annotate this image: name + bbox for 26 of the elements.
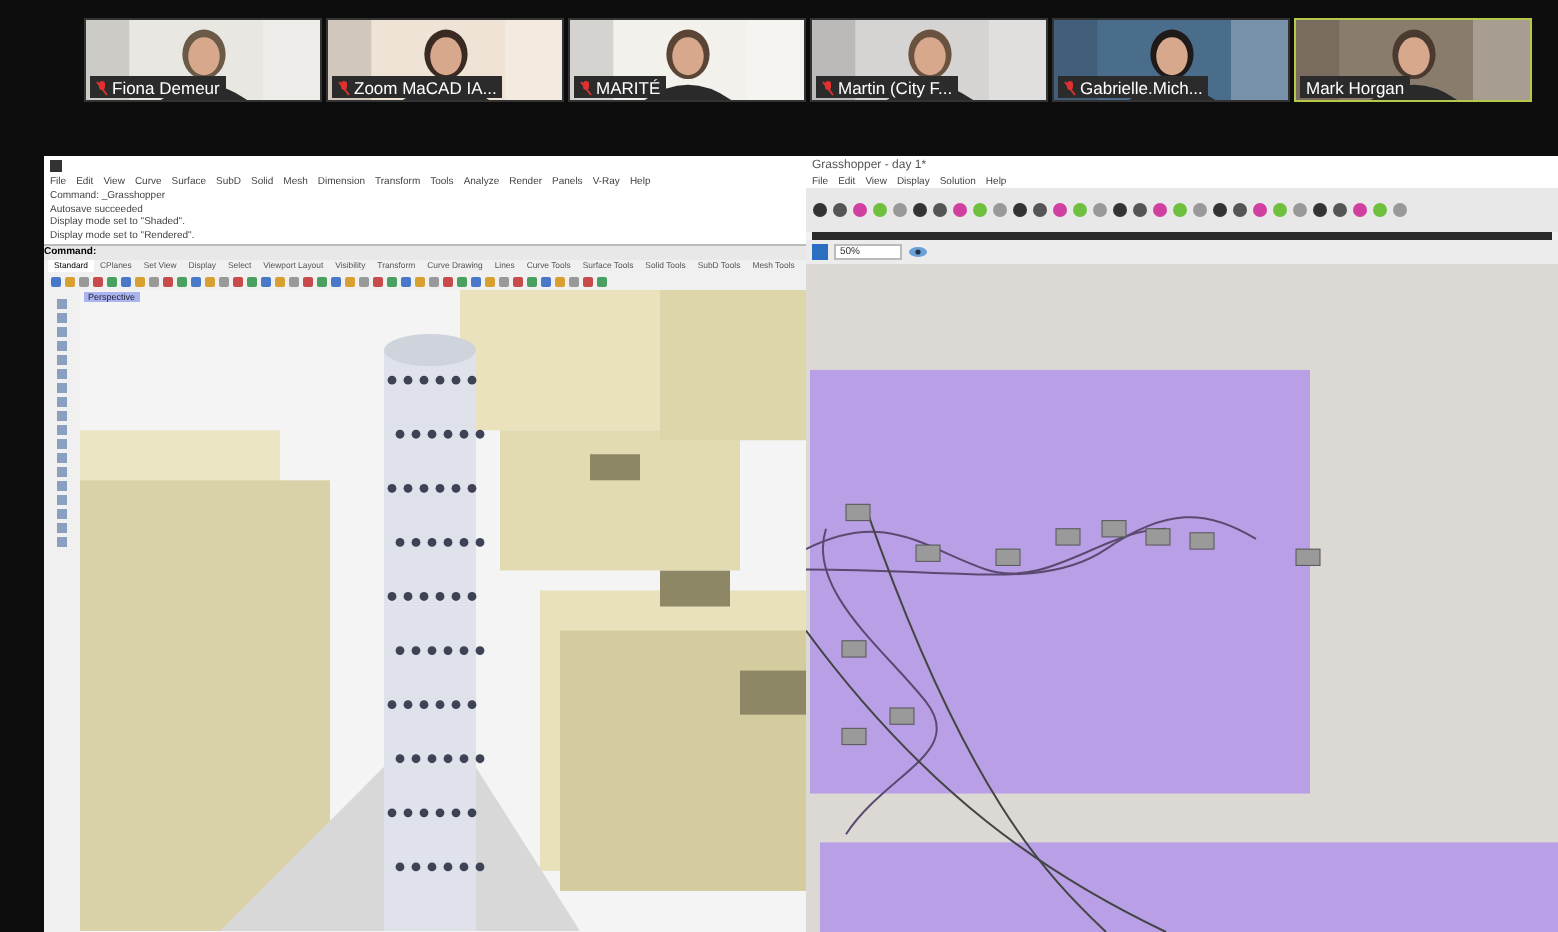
component-node[interactable] (1101, 520, 1127, 538)
app-icon (50, 159, 62, 171)
component-node[interactable] (1189, 532, 1215, 550)
component-node[interactable] (841, 640, 867, 658)
video-tile[interactable]: Martin (City F... (810, 18, 1048, 102)
component-node[interactable] (845, 503, 871, 522)
video-tile[interactable]: Fiona Demeur (84, 18, 322, 102)
component-node[interactable] (1055, 528, 1081, 546)
video-tile[interactable]: MARITÉ (568, 18, 806, 102)
component-node[interactable] (915, 544, 941, 562)
participant-name: Gabrielle.Mich... (1080, 77, 1203, 97)
participant-name: Mark Horgan (1306, 77, 1405, 97)
video-tile[interactable]: Mark Horgan (1294, 18, 1532, 102)
video-tile[interactable]: Zoom MaCAD IA... (326, 18, 564, 102)
group-panel[interactable] (810, 369, 1310, 794)
video-tile[interactable]: Gabrielle.Mich... (1052, 18, 1290, 102)
participant-name: MARITÉ (596, 77, 661, 97)
participant-name: Zoom MaCAD IA... (354, 77, 497, 97)
component-node[interactable] (1145, 528, 1171, 546)
participant-name: Fiona Demeur (112, 77, 220, 97)
component-node[interactable] (841, 727, 867, 746)
component-node[interactable] (1295, 548, 1321, 566)
participant-name: Martin (City F... (838, 77, 953, 97)
component-node[interactable] (889, 707, 915, 725)
component-node[interactable] (995, 548, 1021, 566)
eye-icon[interactable] (908, 246, 929, 258)
